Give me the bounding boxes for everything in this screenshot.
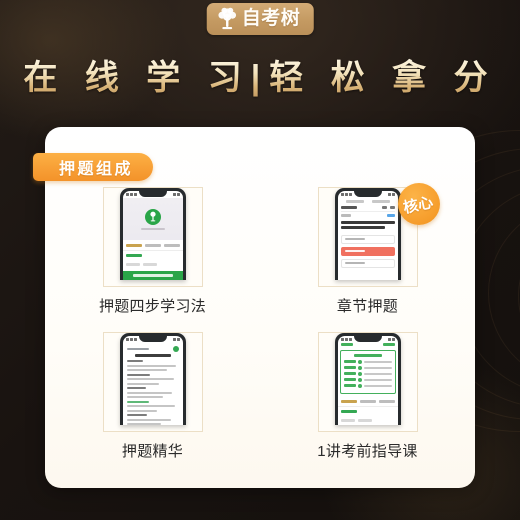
app-list-section [122, 240, 183, 271]
headline-separator: | [250, 59, 270, 97]
guide-row [343, 383, 392, 388]
section-tab-label: 押题组成 [59, 161, 134, 178]
list-row [123, 251, 183, 260]
app-logo-icon [144, 208, 161, 225]
feature-caption: 押题四步学习法 [98, 298, 207, 315]
guide-row [343, 359, 392, 364]
phone-screen-quiz [337, 191, 398, 280]
content-card: 押题组成 押题四步学习法 核心 章节押题 押题精华 1讲考前指导课 [33, 127, 475, 488]
phone-notch [138, 191, 167, 197]
quiz-option[interactable] [340, 258, 395, 268]
quiz-option-selected[interactable] [340, 246, 395, 256]
list-row [338, 407, 398, 416]
phone-mockup [334, 333, 401, 425]
list-header [337, 396, 398, 407]
guide-list-section [337, 396, 398, 425]
document-header [126, 346, 179, 352]
phone-mockup [119, 188, 186, 280]
section-tab: 押题组成 [33, 153, 154, 181]
thumbnail-frame [317, 332, 418, 432]
phone-notch [138, 336, 167, 342]
core-badge-label: 核心 [402, 193, 436, 217]
app-bottom-cta [122, 271, 183, 280]
app-hero-section [122, 198, 183, 240]
hero-subtitle-line [140, 227, 165, 230]
list-row [123, 260, 183, 269]
feature-item-2[interactable]: 核心 章节押题 [298, 183, 440, 332]
tree-icon [217, 7, 238, 30]
list-header [122, 240, 183, 251]
guide-top-bar [338, 343, 398, 348]
guide-row [343, 377, 392, 382]
quiz-question-text [340, 219, 395, 235]
core-badge: 核心 [397, 183, 440, 225]
document-title-line [134, 354, 171, 357]
headline-left: 在 线 学 习 [23, 59, 251, 97]
page-title: 在 线 学 习|轻 松 拿 分 [0, 58, 520, 98]
feature-grid: 押题四步学习法 核心 章节押题 押题精华 1讲考前指导课 [45, 183, 475, 477]
thumbnail-frame [102, 187, 203, 287]
feature-item-1[interactable]: 押题四步学习法 [83, 187, 223, 332]
thumbnail-frame [102, 332, 203, 432]
feature-item-3[interactable]: 押题精华 [83, 332, 223, 477]
document-content [122, 343, 183, 425]
quiz-content [337, 198, 398, 280]
phone-notch [353, 191, 382, 197]
quiz-nav [340, 204, 395, 212]
feature-item-4[interactable]: 1讲考前指导课 [298, 332, 438, 477]
feature-caption: 章节押题 [336, 298, 399, 315]
guide-row [343, 365, 392, 370]
phone-notch [353, 336, 382, 342]
guide-panel [339, 350, 396, 394]
phone-screen-app-home [122, 191, 183, 280]
promo-poster: 自考树 在 线 学 习|轻 松 拿 分 押题组成 押题四步学习法 核心 章节押题… [0, 0, 520, 520]
quiz-option[interactable] [340, 234, 395, 244]
phone-mockup [334, 188, 401, 280]
feature-caption: 押题精华 [121, 443, 184, 460]
phone-mockup [119, 333, 186, 425]
phone-screen-guide [337, 336, 398, 425]
brand-logo-badge: 自考树 [206, 3, 314, 35]
guide-panel-title [353, 354, 382, 357]
list-row [338, 416, 398, 425]
headline-right: 轻 松 拿 分 [269, 59, 497, 97]
brand-logo-text: 自考树 [241, 8, 301, 29]
feature-caption: 1讲考前指导课 [317, 443, 418, 460]
guide-row [343, 371, 392, 376]
phone-screen-document [122, 336, 183, 425]
